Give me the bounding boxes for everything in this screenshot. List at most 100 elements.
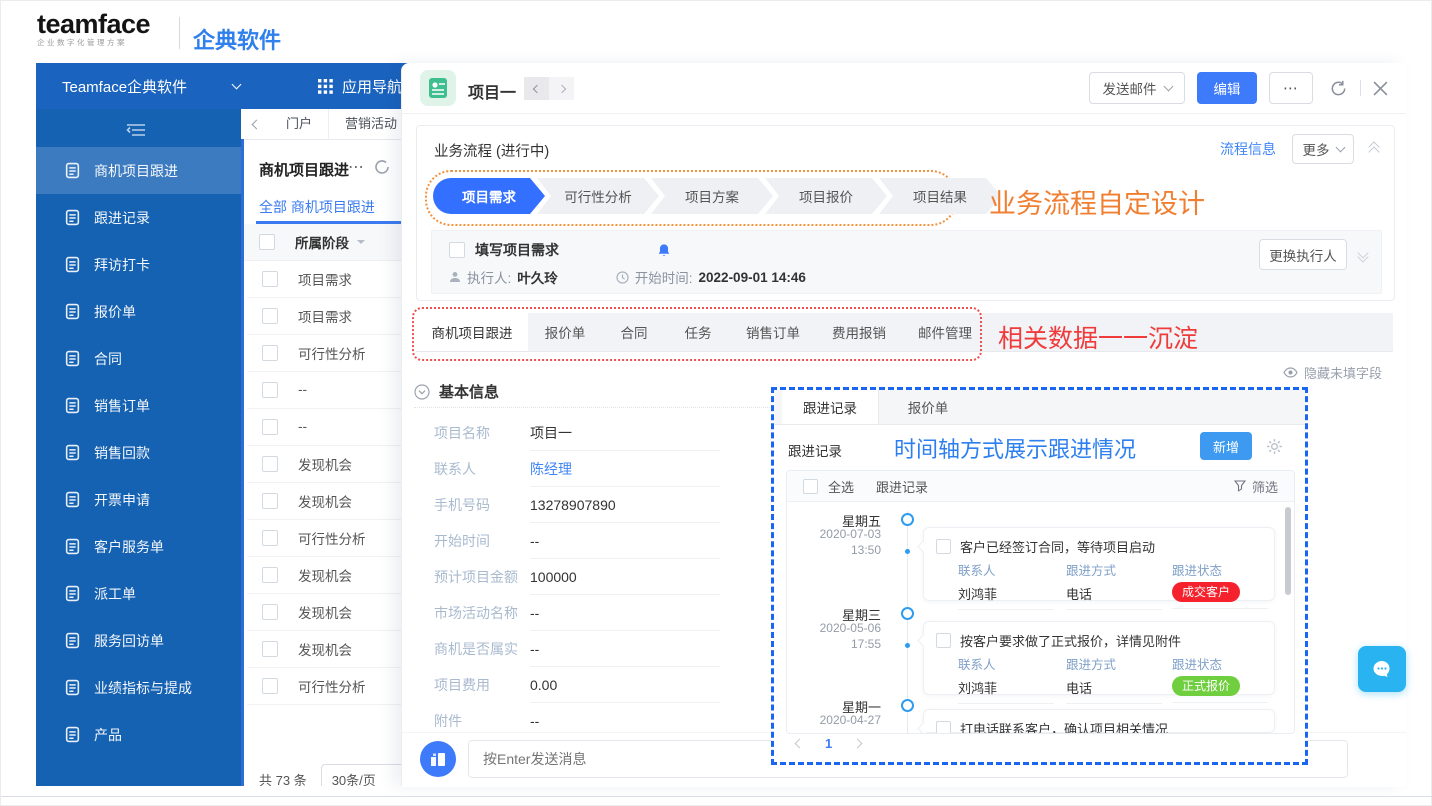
- pagination: 1: [796, 736, 861, 751]
- row-checkbox[interactable]: [262, 382, 278, 398]
- sidebar-item-9[interactable]: 派工单: [36, 570, 241, 617]
- row-checkbox[interactable]: [262, 678, 278, 694]
- gear-icon[interactable]: [1266, 438, 1283, 455]
- row-checkbox[interactable]: [262, 456, 278, 472]
- sidebar-collapse-button[interactable]: [126, 123, 146, 142]
- sidebar-item-6[interactable]: 销售回款: [36, 429, 241, 476]
- tab-quotes[interactable]: 报价单: [878, 390, 978, 424]
- step-plan[interactable]: 项目方案: [651, 178, 773, 214]
- card-text: 按客户要求做了正式报价，详情见附件: [960, 631, 1181, 650]
- step-requirement[interactable]: 项目需求: [433, 178, 545, 214]
- row-checkbox[interactable]: [262, 271, 278, 287]
- workflow-title: 业务流程 (进行中): [434, 140, 549, 161]
- table-row[interactable]: 项目需求: [247, 297, 401, 335]
- row-checkbox[interactable]: [262, 493, 278, 509]
- opportunity-icon: [64, 162, 81, 179]
- view-tab-all[interactable]: 全部 商机项目跟进: [259, 197, 375, 217]
- table-row[interactable]: --: [247, 408, 401, 446]
- card-checkbox[interactable]: [936, 633, 951, 648]
- edit-button[interactable]: 编辑: [1197, 72, 1257, 104]
- refresh-icon[interactable]: [1329, 79, 1348, 98]
- row-checkbox[interactable]: [262, 604, 278, 620]
- sidebar-item-5[interactable]: 销售订单: [36, 382, 241, 429]
- field-label: 手机号码: [434, 495, 530, 515]
- filter-button[interactable]: 筛选: [1234, 477, 1278, 496]
- change-executor-button[interactable]: 更换执行人: [1259, 239, 1347, 270]
- hide-empty-toggle[interactable]: 隐藏未填字段: [1283, 363, 1382, 382]
- row-checkbox[interactable]: [262, 530, 278, 546]
- more-actions-button[interactable]: ⋯: [1269, 72, 1313, 104]
- card-checkbox[interactable]: [936, 539, 951, 554]
- sidebar-item-7[interactable]: 开票申请: [36, 476, 241, 523]
- table-row[interactable]: 可行性分析: [247, 667, 401, 705]
- send-mail-button[interactable]: 发送邮件: [1089, 72, 1185, 104]
- step-feasibility[interactable]: 可行性分析: [537, 178, 659, 214]
- basic-info-header[interactable]: 基本信息: [414, 381, 499, 402]
- table-row[interactable]: 发现机会: [247, 556, 401, 594]
- select-all-records-checkbox[interactable]: [803, 479, 818, 494]
- workspace-switcher[interactable]: Teamface企典软件: [62, 63, 240, 109]
- table-row[interactable]: 发现机会: [247, 630, 401, 668]
- sidebar-item-11[interactable]: 业绩指标与提成: [36, 664, 241, 711]
- table-row[interactable]: --: [247, 371, 401, 409]
- page-next-icon[interactable]: [853, 739, 863, 749]
- page-size-select[interactable]: 30条/页: [321, 764, 401, 786]
- scrollbar-thumb[interactable]: [1285, 507, 1291, 595]
- step-result[interactable]: 项目结果: [879, 178, 1001, 214]
- table-row[interactable]: 可行性分析: [247, 519, 401, 557]
- chat-float-button[interactable]: [1358, 646, 1406, 692]
- prev-record-button[interactable]: [524, 77, 549, 100]
- table-row[interactable]: 发现机会: [247, 593, 401, 631]
- row-checkbox[interactable]: [262, 641, 278, 657]
- sidebar-item-4[interactable]: 合同: [36, 335, 241, 382]
- status-label: 跟进状态: [1172, 560, 1268, 579]
- step-quote[interactable]: 项目报价: [765, 178, 887, 214]
- table-row[interactable]: 可行性分析: [247, 334, 401, 372]
- close-icon[interactable]: [1373, 81, 1388, 96]
- table-row[interactable]: 项目需求: [247, 260, 401, 298]
- card-checkbox[interactable]: [936, 721, 951, 734]
- workflow-info-link[interactable]: 流程信息: [1220, 139, 1276, 159]
- expand-task-icon[interactable]: [1359, 249, 1367, 261]
- tabs-scroll-left-icon[interactable]: [252, 119, 262, 129]
- row-checkbox[interactable]: [262, 567, 278, 583]
- tab-followup-records[interactable]: 跟进记录: [782, 390, 879, 424]
- table-row[interactable]: 发现机会: [247, 445, 401, 483]
- list-title: 商机项目跟进: [259, 159, 349, 180]
- sidebar-item-3[interactable]: 报价单: [36, 288, 241, 335]
- list-more-icon[interactable]: ⋯: [348, 157, 365, 177]
- clock-icon: [616, 271, 629, 284]
- tab-marketing[interactable]: 营销活动: [329, 109, 401, 139]
- row-checkbox[interactable]: [262, 308, 278, 324]
- row-checkbox[interactable]: [262, 345, 278, 361]
- followup-card[interactable]: 打电话联系客户，确认项目相关情况: [923, 709, 1275, 733]
- sidebar-item-12[interactable]: 产品: [36, 711, 241, 758]
- app-nav-button[interactable]: 应用导航: [318, 63, 402, 109]
- refresh-icon[interactable]: [372, 157, 392, 177]
- sidebar-item-1[interactable]: 跟进记录: [36, 194, 241, 241]
- sort-caret-icon[interactable]: [357, 240, 365, 248]
- select-all-checkbox[interactable]: [259, 234, 275, 250]
- sidebar-item-8[interactable]: 客户服务单: [36, 523, 241, 570]
- next-record-button[interactable]: [549, 77, 574, 100]
- collapse-section-icon[interactable]: [1370, 143, 1378, 156]
- followup-card[interactable]: 按客户要求做了正式报价，详情见附件 联系人 刘鸿菲 跟进方式 电话 跟进状态 正…: [923, 621, 1275, 695]
- table-row[interactable]: 发现机会: [247, 482, 401, 520]
- workflow-more-button[interactable]: 更多: [1292, 134, 1354, 164]
- method-value: 电话: [1066, 678, 1162, 704]
- followup-section-title: 跟进记录: [788, 440, 842, 460]
- bell-icon[interactable]: [657, 243, 671, 258]
- tab-portal[interactable]: 门户: [270, 109, 329, 139]
- column-header-stage[interactable]: 所属阶段: [295, 232, 349, 252]
- row-checkbox[interactable]: [262, 419, 278, 435]
- field-value[interactable]: 陈经理: [530, 452, 720, 487]
- sidebar-item-10[interactable]: 服务回访单: [36, 617, 241, 664]
- task-checkbox[interactable]: [449, 242, 465, 258]
- page-prev-icon[interactable]: [795, 739, 805, 749]
- add-record-button[interactable]: 新增: [1200, 432, 1252, 460]
- field-label: 附件: [434, 711, 530, 731]
- followup-card[interactable]: 客户已经签订合同，等待项目启动 联系人 刘鸿菲 跟进方式 电话 跟进状态 成交客…: [923, 527, 1275, 601]
- page-number[interactable]: 1: [825, 736, 832, 751]
- sidebar-item-2[interactable]: 拜访打卡: [36, 241, 241, 288]
- sidebar-item-0[interactable]: 商机项目跟进: [36, 147, 241, 194]
